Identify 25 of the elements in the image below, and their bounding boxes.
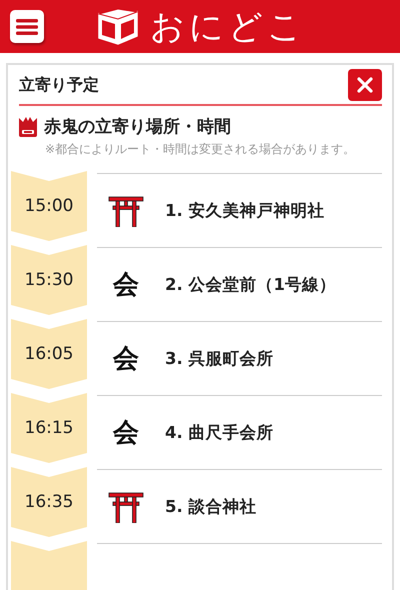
app-logo-text: おにどこ: [150, 10, 306, 44]
torii-icon: [108, 490, 144, 522]
stop-name[interactable]: 2. 公会堂前（1号線）: [165, 274, 336, 296]
notice-text: ※都合によりルート・時間は変更される場合があります。: [45, 142, 356, 157]
close-icon: [357, 77, 373, 93]
close-button[interactable]: [348, 69, 382, 101]
hall-glyph: 会: [113, 343, 139, 376]
menu-button[interactable]: [10, 10, 44, 43]
stop-time: 15:00: [24, 196, 74, 216]
stop-time: 16:05: [24, 344, 74, 364]
demon-face-icon: [18, 116, 38, 138]
stop-name[interactable]: 1. 安久美神戸神明社: [165, 200, 324, 222]
torii-icon: [108, 194, 144, 226]
stop-name[interactable]: 5. 談合神社: [165, 496, 256, 518]
stop-name[interactable]: 3. 呉服町会所: [165, 348, 274, 370]
stop-name[interactable]: 4. 曲尺手会所: [165, 422, 274, 444]
box-logo-icon: [96, 8, 140, 46]
section-heading: 赤鬼の立寄り場所・時間: [44, 116, 231, 138]
hall-glyph: 会: [113, 269, 139, 302]
menu-icon: [16, 18, 38, 36]
hall-glyph: 会: [113, 417, 139, 450]
stop-time: 16:15: [24, 418, 74, 438]
stop-time: 16:35: [24, 492, 74, 512]
panel-title: 立寄り予定: [19, 74, 99, 96]
stop-time: 15:30: [24, 270, 74, 290]
